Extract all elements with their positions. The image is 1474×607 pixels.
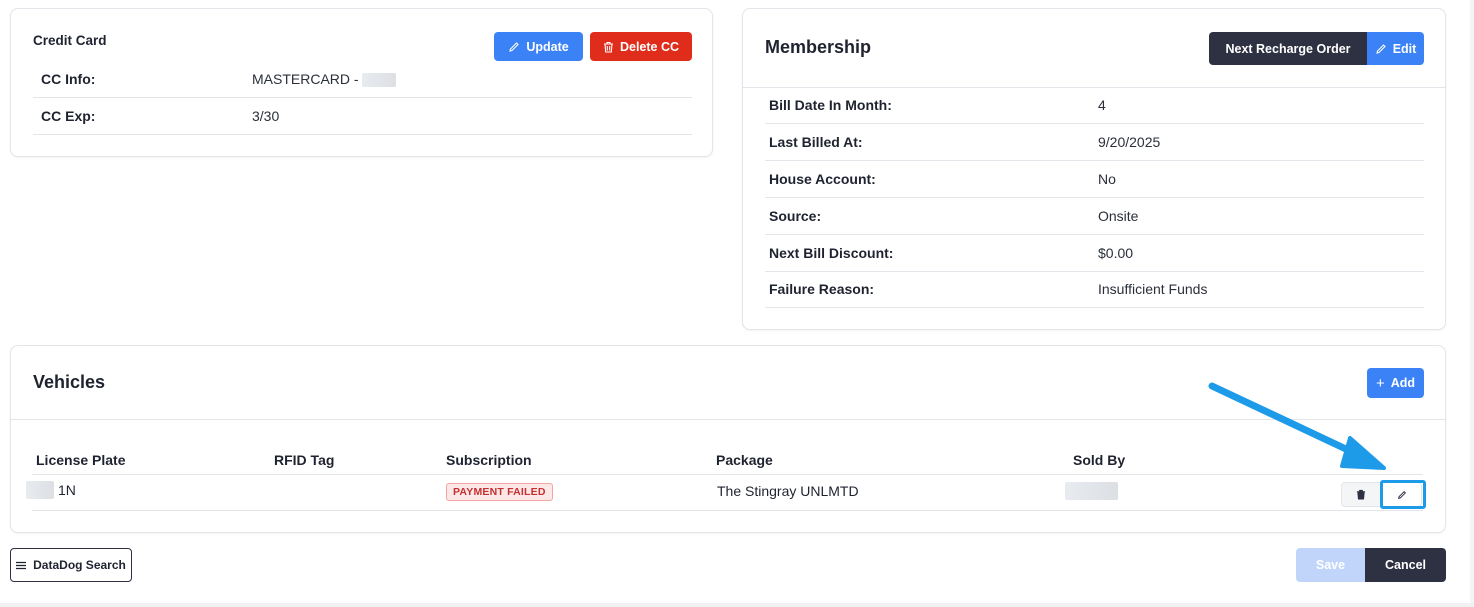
sold-by-cell [1065, 482, 1118, 500]
next-bill-discount-value: $0.00 [1098, 245, 1134, 261]
redacted-plate-prefix [26, 481, 54, 499]
next-recharge-order-label: Next Recharge Order [1225, 41, 1351, 56]
house-account-value: No [1098, 171, 1116, 187]
cc-info-label: CC Info: [41, 71, 96, 87]
cc-details-table: CC Info: MASTERCARD - CC Exp: 3/30 [33, 61, 692, 135]
last-billed-label: Last Billed At: [769, 134, 863, 150]
list-icon [16, 561, 27, 570]
source-label: Source: [769, 208, 822, 224]
cc-exp-value: 3/30 [252, 108, 280, 124]
failure-reason-row: Failure Reason: Insufficient Funds [765, 271, 1424, 308]
package-cell: The Stingray UNLMTD [717, 483, 859, 499]
update-cc-button[interactable]: Update [494, 32, 583, 61]
failure-reason-value: Insufficient Funds [1098, 281, 1208, 297]
source-value: Onsite [1098, 208, 1139, 224]
vehicles-title: Vehicles [33, 372, 106, 392]
pencil-icon [508, 41, 520, 53]
last-billed-row: Last Billed At: 9/20/2025 [765, 124, 1424, 161]
col-license-plate: License Plate [36, 452, 126, 468]
house-account-row: House Account: No [765, 161, 1424, 198]
next-bill-discount-label: Next Bill Discount: [769, 245, 894, 261]
bill-date-row: Bill Date In Month: 4 [765, 87, 1424, 124]
edit-membership-button[interactable]: Edit [1367, 32, 1424, 65]
source-row: Source: Onsite [765, 198, 1424, 235]
annotation-highlight-box [1380, 480, 1426, 509]
edit-membership-label: Edit [1392, 41, 1417, 56]
cc-info-value: MASTERCARD - [252, 71, 397, 88]
col-subscription: Subscription [446, 452, 532, 468]
cc-info-row: CC Info: MASTERCARD - [33, 61, 692, 98]
membership-panel: Membership Next Recharge Order Edit Bill… [742, 8, 1446, 330]
bill-date-value: 4 [1098, 97, 1106, 113]
annotation-arrow-icon [1208, 382, 1386, 470]
next-recharge-order-button[interactable]: Next Recharge Order [1209, 32, 1367, 65]
failure-reason-label: Failure Reason: [769, 281, 875, 297]
delete-vehicle-button[interactable] [1341, 482, 1381, 507]
trash-icon [1356, 489, 1366, 500]
table-row: 1N PAYMENT FAILED The Stingray UNLMTD [26, 475, 1423, 511]
redacted-sold-by [1065, 482, 1118, 500]
license-plate-cell: 1N [26, 481, 76, 499]
pencil-icon [1375, 43, 1387, 55]
house-account-label: House Account: [769, 171, 876, 187]
page-bottom-divider [0, 603, 1474, 607]
delete-cc-label: Delete CC [619, 39, 680, 54]
trash-icon [603, 41, 614, 53]
save-label: Save [1315, 558, 1346, 572]
cancel-button[interactable]: Cancel [1365, 548, 1446, 582]
credit-card-title: Credit Card [33, 33, 107, 48]
cc-exp-row: CC Exp: 3/30 [33, 98, 692, 135]
col-package: Package [716, 452, 773, 468]
col-rfid-tag: RFID Tag [274, 452, 335, 468]
delete-cc-button[interactable]: Delete CC [590, 32, 692, 61]
membership-title: Membership [765, 37, 872, 57]
datadog-search-label: DataDog Search [33, 558, 126, 572]
subscription-status-badge: PAYMENT FAILED [446, 483, 553, 501]
next-bill-discount-row: Next Bill Discount: $0.00 [765, 235, 1424, 272]
redacted-card-number [362, 73, 397, 88]
save-button[interactable]: Save [1296, 548, 1365, 582]
datadog-search-button[interactable]: DataDog Search [10, 548, 132, 582]
cc-exp-label: CC Exp: [41, 108, 96, 124]
membership-details-table: Bill Date In Month: 4 Last Billed At: 9/… [765, 87, 1424, 309]
col-sold-by: Sold By [1073, 452, 1126, 468]
bill-date-label: Bill Date In Month: [769, 97, 892, 113]
update-cc-label: Update [526, 39, 569, 54]
last-billed-value: 9/20/2025 [1098, 134, 1161, 150]
scrollbar-track[interactable] [1470, 0, 1474, 603]
credit-card-panel: Credit Card Update Delete CC CC Info: MA… [10, 8, 713, 157]
cancel-label: Cancel [1385, 558, 1426, 572]
